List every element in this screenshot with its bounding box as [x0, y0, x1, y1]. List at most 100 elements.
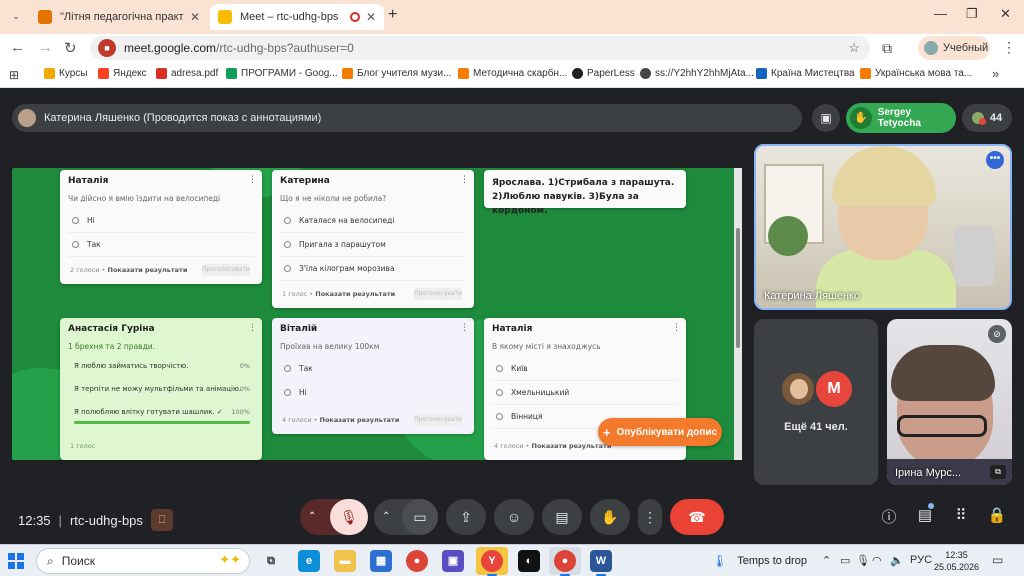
- show-results-link[interactable]: Показати результати: [108, 266, 188, 274]
- poll-option[interactable]: Київ: [492, 357, 678, 381]
- vote-button[interactable]: Проголосувати: [414, 288, 462, 300]
- more-options-icon[interactable]: •••: [986, 151, 1004, 169]
- card-menu-icon[interactable]: ⋮: [460, 175, 469, 185]
- restore-icon[interactable]: ❐: [966, 6, 978, 22]
- new-tab-plus-icon[interactable]: +: [388, 6, 397, 24]
- board-scrollbar[interactable]: [734, 168, 742, 460]
- microphone-tray-icon[interactable]: 🎙: [856, 554, 870, 567]
- site-info-camera-icon[interactable]: ■: [98, 39, 116, 57]
- poll-option[interactable]: Так: [68, 233, 254, 257]
- store-icon[interactable]: ▦: [370, 550, 392, 572]
- show-results-link[interactable]: Показати результати: [315, 290, 395, 298]
- back-arrow-icon[interactable]: ←: [10, 39, 25, 56]
- volume-icon[interactable]: 🔈: [890, 554, 904, 567]
- bookmark-item[interactable]: Країна Мистецтва: [756, 68, 855, 79]
- wifi-icon[interactable]: ◠: [872, 554, 882, 567]
- extensions-puzzle-icon[interactable]: ⧉: [882, 40, 892, 57]
- camera-icon[interactable]: ▭: [402, 499, 438, 535]
- card-menu-icon[interactable]: ⋮: [460, 323, 469, 333]
- captions-icon[interactable]: ▤: [542, 499, 582, 535]
- task-view-icon[interactable]: ⧉: [260, 550, 282, 572]
- poll-card-kateryna[interactable]: Катерина ⋮ Що я не ніколи не робила? Кат…: [272, 170, 474, 308]
- poll-option[interactable]: Ні: [280, 381, 466, 405]
- mic-off-icon[interactable]: 🎙: [330, 499, 368, 535]
- more-options-icon[interactable]: ⋮: [638, 499, 662, 535]
- chevron-up-icon[interactable]: ⌃: [308, 499, 316, 535]
- bookmark-item[interactable]: Блог учителя музи...: [342, 68, 451, 79]
- tab-search-chevron-icon[interactable]: ⌄: [6, 6, 26, 26]
- profile-button[interactable]: Учебный: [918, 36, 990, 60]
- show-results-link[interactable]: Показати результати: [320, 416, 400, 424]
- word-icon[interactable]: W: [590, 550, 612, 576]
- publish-post-button[interactable]: + Опублікувати допис: [598, 418, 722, 446]
- input-language[interactable]: РУС: [910, 554, 932, 566]
- poll-card-anastasia[interactable]: Анастасія Гуріна ⋮ 1 брехня та 2 правди.…: [60, 318, 262, 460]
- card-menu-icon[interactable]: ⋮: [672, 323, 681, 333]
- floppy-save-icon[interactable]: ▣: [442, 550, 464, 572]
- post-card-yaroslava[interactable]: Ярослава. 1)Стрибала з парашута. 2)Люблю…: [484, 170, 686, 216]
- close-tab-icon[interactable]: ✕: [190, 10, 200, 24]
- vote-button[interactable]: Проголосувати: [414, 414, 462, 426]
- leave-call-icon[interactable]: ☎: [670, 499, 724, 535]
- present-screen-icon[interactable]: ⇪: [446, 499, 486, 535]
- bookmark-item[interactable]: Яндекс: [98, 68, 147, 79]
- apps-grid-icon[interactable]: ⊞: [9, 68, 19, 82]
- notifications-icon[interactable]: ▭: [992, 553, 1003, 567]
- minimize-icon[interactable]: —: [934, 6, 947, 21]
- host-lock-icon[interactable]: 🔒: [986, 506, 1008, 524]
- weather-widget[interactable]: 🌡 Temps to drop: [712, 554, 807, 568]
- taskbar-search-input[interactable]: ⌕ Поиск ✦✦: [36, 548, 250, 574]
- yandex-browser-icon[interactable]: Y: [481, 550, 503, 576]
- forward-arrow-icon[interactable]: →: [38, 39, 53, 56]
- dark-app-icon[interactable]: ◐: [518, 550, 540, 572]
- meet-tray-icon[interactable]: ▭: [840, 554, 850, 567]
- others-participants-tile[interactable]: M Ещё 41 чел.: [754, 319, 878, 485]
- poll-option[interactable]: З'їла кілограм морозива: [280, 257, 466, 281]
- bookmarks-more-chevron-icon[interactable]: »: [992, 66, 999, 81]
- emoji-icon[interactable]: ☺: [494, 499, 534, 535]
- reload-icon[interactable]: ↻: [64, 39, 77, 57]
- activities-grid-icon[interactable]: ⠿: [950, 506, 972, 524]
- tab-meet[interactable]: Meet – rtc-udhg-bps ✕: [210, 4, 384, 30]
- show-results-link[interactable]: Показати результати: [532, 442, 612, 450]
- bookmark-item[interactable]: ss://Y2hhY2hhMjAta...: [640, 68, 754, 79]
- chrome-icon[interactable]: ●: [406, 550, 428, 572]
- poll-option[interactable]: Хмельницький: [492, 381, 678, 405]
- system-clock[interactable]: 12:35 25.05.2026: [934, 549, 979, 573]
- meeting-details-icon[interactable]: ⓘ: [878, 506, 900, 527]
- bookmark-item[interactable]: Курсы: [44, 68, 87, 79]
- tab-summer-practice[interactable]: "Літня педагогічна практика 2 ✕: [30, 4, 208, 30]
- windows-start-icon[interactable]: [8, 553, 24, 569]
- close-window-icon[interactable]: ✕: [1000, 6, 1011, 22]
- chat-icon[interactable]: ▤: [914, 506, 936, 524]
- browser-menu-icon[interactable]: ⋮: [1002, 39, 1016, 56]
- poll-option[interactable]: Так: [280, 357, 466, 381]
- bookmark-item[interactable]: PaperLess: [572, 68, 635, 79]
- file-explorer-icon[interactable]: ▬: [334, 550, 356, 572]
- poll-card-natalia-bike[interactable]: Наталія ⋮ Чи дійсно я вмію їздити на вел…: [60, 170, 262, 284]
- vote-button[interactable]: Проголосувати: [202, 264, 250, 276]
- poll-option[interactable]: Пригала з парашутом: [280, 233, 466, 257]
- host-controls-icon[interactable]: ⎕: [150, 509, 173, 531]
- raised-hand-indicator[interactable]: ✋ Sergey Tetyocha: [846, 103, 956, 133]
- poll-option[interactable]: Каталася на велосипеді: [280, 209, 466, 233]
- edge-icon[interactable]: e: [298, 550, 320, 572]
- bookmark-item[interactable]: ПРОГРАМИ - Goog...: [226, 68, 338, 79]
- poll-card-vitaliy[interactable]: Віталій ⋮ Проїхав на велику 100км Так Ні…: [272, 318, 474, 434]
- participant-video-tile[interactable]: ⊘ Ірина Мурс... ⧉: [887, 319, 1012, 485]
- poll-option[interactable]: Ні: [68, 209, 254, 233]
- url-omnibox[interactable]: ■ meet.google.com/rtc-udhg-bps?authuser=…: [90, 36, 870, 60]
- chrome-profile-icon[interactable]: ●: [554, 550, 576, 576]
- participants-button[interactable]: 44: [962, 104, 1012, 132]
- bookmark-item[interactable]: Українська мова та...: [860, 68, 972, 79]
- bookmark-item[interactable]: Методична скарбн...: [458, 68, 567, 79]
- raise-hand-icon[interactable]: ✋: [590, 499, 630, 535]
- speaker-video-tile[interactable]: ••• Катерина Ляшенко: [754, 144, 1012, 310]
- hide-presentation-icon[interactable]: ▣: [812, 104, 840, 132]
- bookmark-item[interactable]: adresa.pdf: [156, 68, 218, 79]
- pin-icon[interactable]: ⧉: [990, 465, 1006, 479]
- chevron-up-icon[interactable]: ⌃: [382, 499, 390, 535]
- show-hidden-icons-chevron-icon[interactable]: ⌃: [822, 554, 831, 567]
- card-menu-icon[interactable]: ⋮: [248, 323, 257, 333]
- bookmark-star-icon[interactable]: ☆: [848, 40, 860, 56]
